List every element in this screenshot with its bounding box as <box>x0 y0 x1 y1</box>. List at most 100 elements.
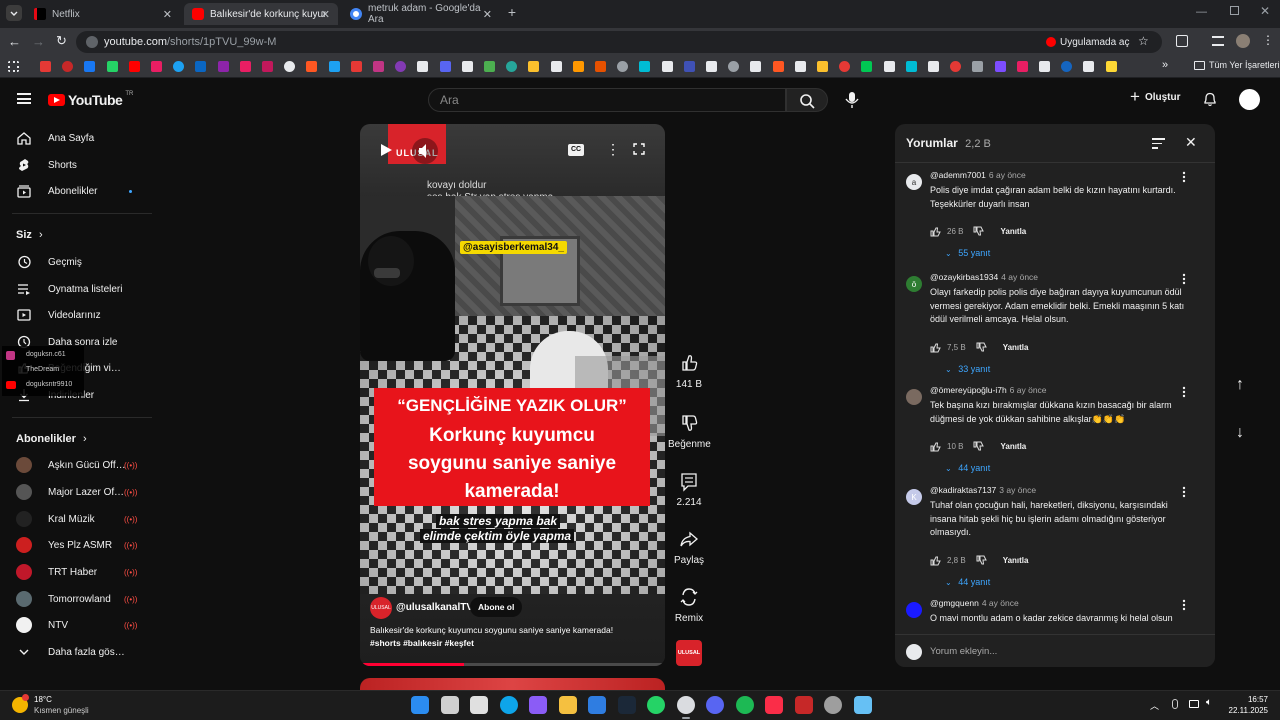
close-comments-icon[interactable]: ✕ <box>1185 134 1197 151</box>
captions-button[interactable]: CC <box>568 144 584 156</box>
tab-google[interactable]: metruk adam - Google'da Ara ✕ <box>342 3 500 25</box>
windows-start-icon[interactable] <box>411 696 429 714</box>
thumbs-down-icon[interactable] <box>976 555 987 566</box>
sidebar-item-playlists[interactable]: Oynatma listeleri <box>0 276 160 302</box>
author-handle[interactable]: @ademm7001 <box>930 170 986 180</box>
bookmark-favicon-icon[interactable] <box>950 61 962 72</box>
thumbs-down-icon[interactable] <box>973 226 985 237</box>
play-button[interactable] <box>379 143 393 162</box>
reply-button[interactable]: Yanıtla <box>1000 442 1026 451</box>
comment-menu-icon[interactable] <box>1182 170 1186 183</box>
bookmark-favicon-icon[interactable] <box>794 61 806 72</box>
window-close-button[interactable]: ✕ <box>1260 4 1270 18</box>
sidebar-subscription[interactable]: NTV ((•)) <box>0 612 160 638</box>
comment-author[interactable]: @ademm7001 6 ay önce <box>930 170 1026 180</box>
bookmark-favicon-icon[interactable] <box>1061 61 1073 72</box>
comment-input[interactable]: Yorum ekleyin... <box>930 646 997 657</box>
commenter-avatar[interactable]: ö <box>906 276 922 292</box>
edge-icon[interactable] <box>499 696 518 714</box>
back-arrow-icon[interactable]: ← <box>8 34 21 49</box>
commenter-avatar[interactable] <box>906 389 922 405</box>
copilot-icon[interactable] <box>529 696 547 714</box>
youtube-logo[interactable]: YouTube TR <box>48 91 133 108</box>
sidebar-subscription[interactable]: Tomorrowland ((•)) <box>0 586 160 612</box>
bookmark-favicon-icon[interactable] <box>928 61 939 72</box>
bookmark-favicon-icon[interactable] <box>328 61 340 72</box>
show-more-button[interactable]: Daha fazla göster <box>0 639 160 665</box>
comment-time[interactable]: 4 ay önce <box>982 598 1019 608</box>
more-options-icon[interactable]: ⋮ <box>606 141 620 158</box>
thumbs-up-icon[interactable] <box>930 226 941 237</box>
thumbs-up-icon[interactable] <box>930 441 941 452</box>
sound-channel-badge[interactable]: ULUSAL <box>676 640 702 666</box>
new-tab-button[interactable]: + <box>504 5 520 21</box>
thumbs-up-icon[interactable] <box>930 342 941 353</box>
site-info-icon[interactable] <box>86 36 98 48</box>
music-app-icon[interactable] <box>765 696 783 714</box>
chrome-icon[interactable] <box>676 696 695 714</box>
profile-avatar[interactable] <box>1236 34 1250 48</box>
forward-arrow-icon[interactable]: → <box>32 34 45 49</box>
bookmark-favicon-icon[interactable] <box>595 61 606 72</box>
comment-menu-icon[interactable] <box>1182 385 1186 398</box>
comment-menu-icon[interactable] <box>1182 598 1186 611</box>
bookmark-favicon-icon[interactable] <box>683 61 695 72</box>
bookmark-favicon-icon[interactable] <box>284 61 296 72</box>
reply-button[interactable]: Yanıtla <box>1003 343 1029 352</box>
remix-button[interactable]: Remix <box>668 584 710 624</box>
bookmark-favicon-icon[interactable] <box>1105 61 1117 72</box>
media-controls-icon[interactable] <box>1212 36 1224 46</box>
commenter-avatar[interactable]: K <box>906 489 922 505</box>
sidebar-subscription[interactable]: TRT Haber ((•)) <box>0 559 160 585</box>
bookmark-favicon-icon[interactable] <box>373 61 384 72</box>
video-hashtags[interactable]: #shorts #balıkesir #keşfet <box>370 638 474 648</box>
bookmark-favicon-icon[interactable] <box>1039 61 1050 72</box>
bookmark-favicon-icon[interactable] <box>239 61 251 72</box>
share-button[interactable]: Paylaş <box>668 526 710 566</box>
bookmark-star-icon[interactable]: ☆ <box>1138 34 1149 48</box>
task-view-icon[interactable] <box>470 696 488 714</box>
bookmark-favicon-icon[interactable] <box>861 61 873 72</box>
comment-author[interactable]: @kadiraktas7137 3 ay önce <box>930 485 1036 495</box>
bookmark-favicon-icon[interactable] <box>84 61 96 72</box>
bookmark-favicon-icon[interactable] <box>1016 61 1028 72</box>
apps-grid-icon[interactable] <box>8 61 19 72</box>
reply-button[interactable]: Yanıtla <box>1003 556 1029 565</box>
minimize-button[interactable]: — <box>1196 6 1207 18</box>
channel-handle[interactable]: @ulusalkanalTV <box>396 602 473 613</box>
view-replies-button[interactable]: ⌄ 44 yanıt <box>945 463 990 473</box>
sort-icon[interactable] <box>1152 138 1165 149</box>
dislike-button[interactable]: Beğenme <box>668 410 711 450</box>
bookmark-favicon-icon[interactable] <box>395 61 407 72</box>
bookmark-favicon-icon[interactable] <box>750 61 762 72</box>
steam-icon[interactable] <box>617 696 636 714</box>
bookmark-favicon-icon[interactable] <box>728 61 740 72</box>
sidebar-section-subscriptions[interactable]: Abonelikler › <box>16 433 87 445</box>
sidebar-section-you[interactable]: Siz › <box>16 229 43 241</box>
search-button[interactable] <box>786 88 828 112</box>
close-icon[interactable]: ✕ <box>163 8 172 21</box>
comment-time[interactable]: 4 ay önce <box>1001 272 1038 282</box>
bookmark-favicon-icon[interactable] <box>306 61 318 72</box>
sidebar-subscription[interactable]: Aşkın Gücü Offic... ((•)) <box>0 452 160 478</box>
bookmark-favicon-icon[interactable] <box>661 61 673 72</box>
discord-icon[interactable] <box>706 696 724 714</box>
commenter-avatar[interactable] <box>906 602 922 618</box>
sidebar-subscription[interactable]: Kral Müzik ((•)) <box>0 506 160 532</box>
bookmark-favicon-icon[interactable] <box>417 61 429 72</box>
view-replies-button[interactable]: ⌄ 55 yanıt <box>945 248 990 258</box>
tab-youtube[interactable]: Balıkesir'de korkunç kuyumcu s ✕ <box>184 3 338 25</box>
bookmark-favicon-icon[interactable] <box>883 61 895 72</box>
maximize-button[interactable] <box>1230 6 1239 15</box>
comment-author[interactable]: @gmgquenn 4 ay önce <box>930 598 1019 608</box>
bookmark-favicon-icon[interactable] <box>1083 61 1095 72</box>
bookmark-favicon-icon[interactable] <box>151 61 162 72</box>
bookmark-favicon-icon[interactable] <box>128 61 140 72</box>
comment-time[interactable]: 3 ay önce <box>999 485 1036 495</box>
account-avatar[interactable] <box>1239 89 1260 110</box>
hamburger-menu-icon[interactable] <box>17 93 31 104</box>
microphone-tray-icon[interactable] <box>1172 699 1178 709</box>
bookmark-favicon-icon[interactable] <box>905 61 917 72</box>
author-handle[interactable]: @gmgquenn <box>930 598 979 608</box>
bookmark-favicon-icon[interactable] <box>217 61 229 72</box>
